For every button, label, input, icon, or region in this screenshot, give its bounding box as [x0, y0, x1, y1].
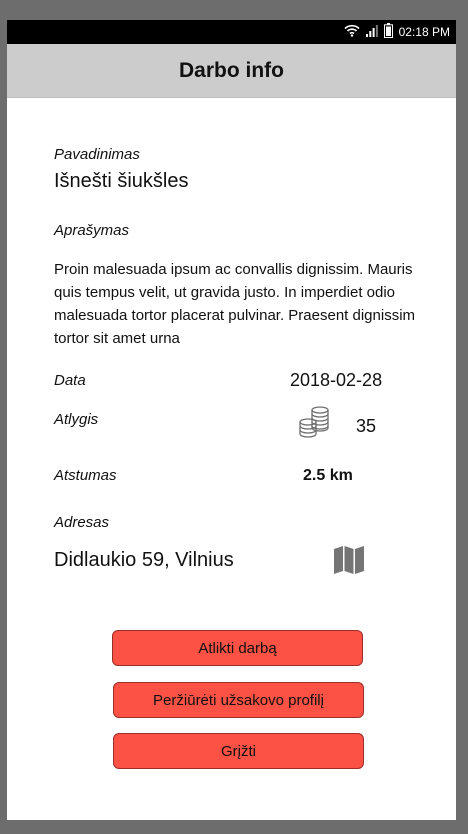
name-label: Pavadinimas	[54, 146, 140, 163]
reward-amount: 35	[356, 416, 377, 436]
job-date: 2018-02-28	[290, 370, 383, 390]
status-icons: 02:18 PM	[344, 23, 450, 41]
view-client-profile-button[interactable]: Peržiūrėti užsakovo profilį	[113, 682, 364, 718]
status-bar: 02:18 PM	[7, 20, 456, 44]
coins-icon	[299, 406, 329, 443]
battery-icon	[383, 23, 393, 41]
signal-icon	[365, 24, 378, 40]
job-distance: 2.5 km	[303, 467, 353, 484]
map-icon[interactable]	[333, 545, 365, 580]
description-label: Aprašymas	[54, 222, 130, 239]
distance-label: Atstumas	[54, 467, 117, 484]
accept-job-button[interactable]: Atlikti darbą	[112, 630, 363, 666]
back-button[interactable]: Grįžti	[113, 733, 364, 769]
job-address: Didlaukio 59, Vilnius	[54, 549, 234, 571]
phone-screen: 02:18 PM Darbo info Pavadinimas Išnešti …	[7, 20, 456, 820]
wifi-icon	[344, 24, 360, 40]
address-label: Adresas	[54, 514, 110, 531]
title-bar: Darbo info	[7, 44, 456, 98]
status-time: 02:18 PM	[398, 25, 450, 39]
job-name: Išnešti šiukšles	[54, 170, 189, 192]
reward-label: Atlygis	[54, 411, 99, 428]
job-description: Proin malesuada ipsum ac convallis digni…	[54, 261, 416, 347]
page-title: Darbo info	[179, 58, 284, 82]
date-label: Data	[54, 372, 86, 389]
